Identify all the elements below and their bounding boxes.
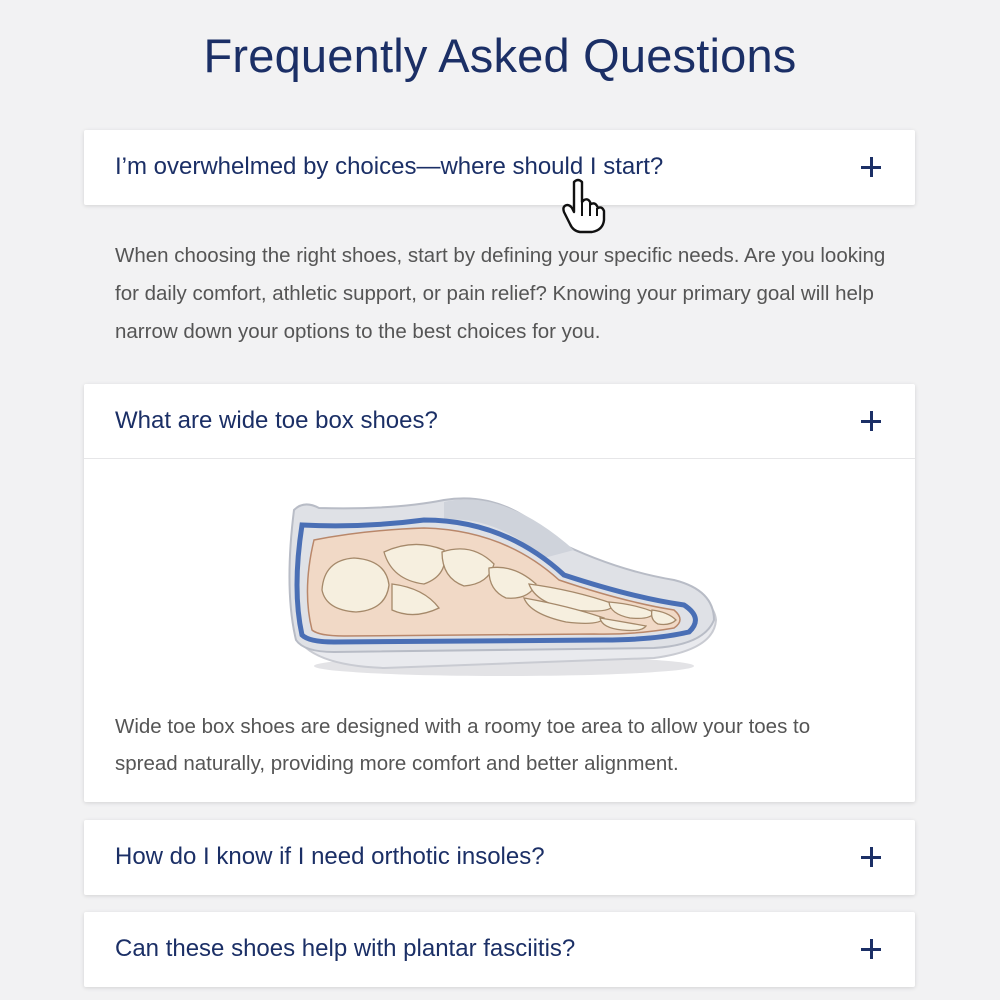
plus-icon[interactable] bbox=[861, 411, 881, 431]
faq-answer-1: When choosing the right shoes, start by … bbox=[115, 244, 886, 343]
shoe-foot-skeleton-illustration bbox=[288, 497, 718, 676]
faq-item-1: I’m overwhelmed by choices—where should … bbox=[84, 130, 915, 205]
faq-question-3: How do I know if I need orthotic insoles… bbox=[115, 843, 545, 870]
faq-item-3: How do I know if I need orthotic insoles… bbox=[84, 820, 915, 895]
plus-icon[interactable] bbox=[861, 847, 881, 867]
divider bbox=[84, 458, 915, 459]
page-title: Frequently Asked Questions bbox=[203, 29, 797, 82]
plus-icon[interactable] bbox=[861, 939, 881, 959]
faq-toggle-3[interactable]: How do I know if I need orthotic insoles… bbox=[84, 820, 915, 894]
faq-question-2: What are wide toe box shoes? bbox=[115, 407, 438, 434]
plus-icon[interactable] bbox=[861, 157, 881, 177]
faq-toggle-2[interactable]: What are wide toe box shoes? bbox=[84, 384, 915, 458]
hand-pointer-icon bbox=[562, 178, 606, 234]
faq-item-2: What are wide toe box shoes? Wide toe bo… bbox=[84, 384, 915, 802]
faq-toggle-1[interactable]: I’m overwhelmed by choices—where should … bbox=[84, 130, 915, 204]
faq-question-4: Can these shoes help with plantar fascii… bbox=[115, 935, 576, 962]
faq-item-4: Can these shoes help with plantar fascii… bbox=[84, 912, 915, 987]
faq-answer-2: Wide toe box shoes are designed with a r… bbox=[115, 715, 811, 775]
faq-toggle-4[interactable]: Can these shoes help with plantar fascii… bbox=[84, 912, 915, 986]
